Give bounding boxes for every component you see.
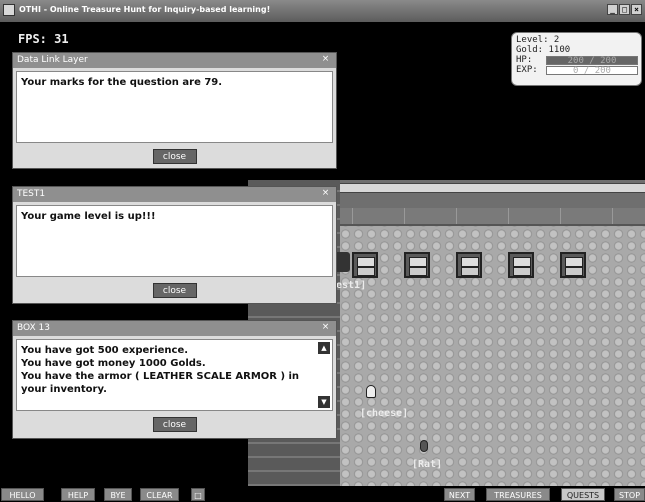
dialog-close-button[interactable]: close — [152, 283, 197, 298]
toggle-box-button[interactable]: □ — [191, 488, 205, 501]
reward-line: You have got 500 experience. — [21, 345, 189, 356]
scroll-down-icon[interactable]: ▼ — [318, 396, 330, 408]
minimize-button[interactable]: _ — [607, 4, 618, 15]
maximize-button[interactable]: □ — [619, 4, 630, 15]
exp-value: 0 / 200 — [573, 66, 611, 76]
dialog-close-icon[interactable]: × — [320, 54, 331, 65]
hp-label: HP: — [516, 55, 533, 65]
window-controls: _ □ × — [607, 4, 642, 15]
dialog-header: TEST1 × — [13, 187, 336, 202]
fps-counter: FPS: 31 — [18, 32, 69, 46]
dialog-scrollbar[interactable]: ▲ ▼ — [318, 342, 330, 408]
window-title-bar: OTHI - Online Treasure Hunt for Inquiry-… — [0, 0, 645, 22]
treasure-chest[interactable] — [456, 252, 482, 278]
cheese-item[interactable] — [366, 385, 376, 398]
dialog-title: BOX 13 — [17, 323, 51, 333]
window-close-button[interactable]: × — [631, 4, 642, 15]
bottom-toolbar: HELLO HELP BYE CLEAR □ NEXT TREASURES QU… — [0, 487, 645, 502]
dialog-message-box: You have got 500 experience. You have go… — [16, 339, 333, 411]
dialog-close-button[interactable]: close — [152, 149, 197, 164]
gold-readout: Gold: 1100 — [516, 45, 571, 55]
reward-line: You have the armor ( LEATHER SCALE ARMOR… — [21, 371, 300, 395]
dialog-header: BOX 13 × — [13, 321, 336, 336]
treasure-chest[interactable] — [508, 252, 534, 278]
data-link-layer-dialog: Data Link Layer × Your marks for the que… — [12, 52, 337, 169]
dialog-message-box: Your game level is up!!! — [16, 205, 333, 277]
quests-button[interactable]: QUESTS — [561, 488, 605, 501]
cheese-label: [cheese] — [360, 408, 409, 419]
level-readout: Level: 2 — [516, 35, 560, 45]
hp-bar: 200 / 200 — [546, 56, 638, 66]
treasure-chest[interactable] — [560, 252, 586, 278]
dialog-message-box: Your marks for the question are 79. — [16, 71, 333, 143]
box13-dialog: BOX 13 × You have got 500 experience. Yo… — [12, 320, 337, 439]
dialog-close-icon[interactable]: × — [320, 188, 331, 199]
stop-button[interactable]: STOP — [614, 488, 645, 501]
dialog-message: Your game level is up!!! — [21, 211, 156, 222]
rat-label: [Rat] — [412, 459, 443, 470]
test1-dialog: TEST1 × Your game level is up!!! close — [12, 186, 337, 304]
dialog-title: Data Link Layer — [17, 55, 88, 65]
rat-monster[interactable] — [420, 440, 428, 452]
window-title: OTHI - Online Treasure Hunt for Inquiry-… — [19, 5, 271, 14]
clear-button[interactable]: CLEAR — [140, 488, 179, 501]
scroll-up-icon[interactable]: ▲ — [318, 342, 330, 354]
dialog-header: Data Link Layer × — [13, 53, 336, 68]
dialog-close-button[interactable]: close — [152, 417, 197, 432]
dialog-message: Your marks for the question are 79. — [21, 77, 223, 88]
player-stats-panel: Level: 2 Gold: 1100 HP: 200 / 200 EXP: 0… — [511, 32, 642, 86]
dialog-close-icon[interactable]: × — [320, 322, 331, 333]
bye-button[interactable]: BYE — [104, 488, 132, 501]
hello-button[interactable]: HELLO — [1, 488, 44, 501]
dialog-title: TEST1 — [17, 189, 46, 199]
exp-label: EXP: — [516, 65, 538, 75]
exp-row: EXP: 0 / 200 — [516, 65, 638, 76]
exp-bar: 0 / 200 — [546, 66, 638, 76]
treasure-chest[interactable] — [404, 252, 430, 278]
player-name-label: est1] — [336, 280, 367, 291]
app-icon — [3, 4, 15, 16]
next-button[interactable]: NEXT — [444, 488, 475, 501]
reward-line: You have got money 1000 Golds. — [21, 358, 206, 369]
help-button[interactable]: HELP — [61, 488, 95, 501]
treasure-chest[interactable] — [352, 252, 378, 278]
treasures-button[interactable]: TREASURES — [486, 488, 550, 501]
hp-row: HP: 200 / 200 — [516, 55, 638, 66]
